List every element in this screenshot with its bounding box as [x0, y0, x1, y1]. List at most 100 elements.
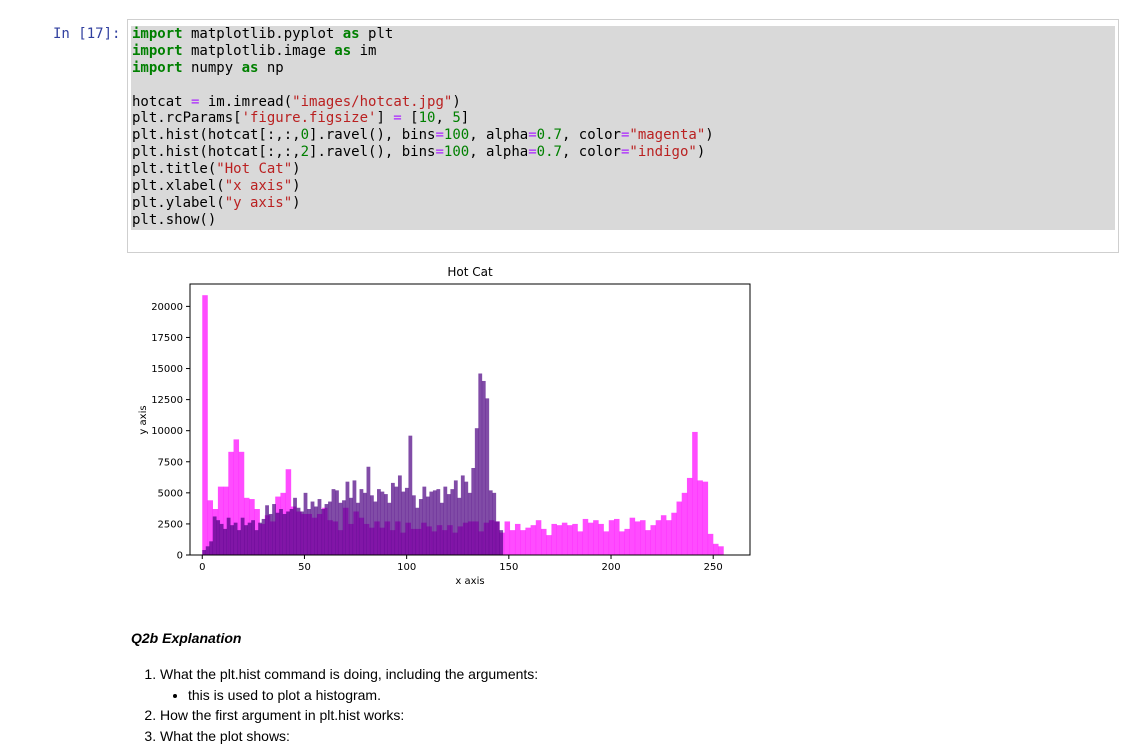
histogram-bar-indigo — [342, 500, 346, 555]
histogram-bar-magenta — [593, 520, 599, 555]
histogram-bar-indigo — [314, 506, 318, 555]
histogram-bar-indigo — [286, 511, 290, 555]
y-tick-label: 20000 — [151, 302, 183, 313]
histogram-bar-magenta — [541, 528, 547, 555]
answer-item: this is used to plot a histogram. — [188, 685, 931, 706]
histogram-bar-magenta — [561, 522, 568, 555]
histogram-bar-indigo — [230, 525, 235, 555]
y-tick-label: 0 — [177, 551, 183, 562]
histogram-bar-indigo — [464, 481, 469, 555]
histogram-bar-indigo — [324, 504, 329, 555]
histogram-bar-indigo — [265, 505, 269, 555]
code-token: = — [435, 144, 444, 161]
histogram-bar-indigo — [223, 528, 228, 555]
code-token: = — [393, 110, 402, 127]
code-token: as — [342, 26, 360, 42]
code-token: 0.7 — [536, 144, 562, 161]
histogram-bar-indigo — [377, 489, 381, 555]
histogram-bar-indigo — [436, 489, 441, 555]
y-tick-label: 12500 — [151, 395, 183, 406]
histogram-bar-indigo — [300, 511, 304, 555]
code-token: , alpha — [469, 127, 529, 144]
question-item: How the first argument in plt.hist works… — [160, 705, 931, 726]
code-token: hotcat — [132, 93, 192, 110]
code-token: 100 — [443, 127, 470, 144]
histogram-bar-indigo — [212, 516, 217, 555]
histogram-bar-indigo — [247, 522, 252, 555]
histogram-bar-indigo — [485, 398, 490, 555]
histogram-bar-indigo — [331, 489, 336, 555]
histogram-bar-indigo — [453, 480, 458, 555]
histogram-bar-indigo — [467, 492, 472, 555]
histogram-bar-indigo — [471, 467, 476, 555]
histogram-bar-indigo — [390, 482, 395, 555]
histogram-bar-indigo — [370, 495, 374, 555]
histogram-bar-indigo — [499, 530, 504, 555]
histogram-bar-indigo — [432, 490, 437, 555]
x-tick-label: 150 — [499, 562, 518, 573]
histogram-bar-indigo — [261, 518, 266, 555]
histogram-bar-indigo — [422, 486, 427, 555]
histogram-bar-indigo — [240, 517, 245, 555]
histogram-bar-indigo — [275, 512, 280, 555]
histogram-bar-indigo — [439, 502, 444, 555]
histogram-bar-indigo — [202, 550, 207, 555]
histogram-bar-indigo — [429, 491, 434, 555]
code-token: matplotlib.image — [182, 42, 335, 59]
histogram-chart: Hot Cat 0 50 100 150 200 25002500500075001000… — [138, 265, 751, 587]
code-token: ) — [452, 93, 461, 110]
histogram-bar-magenta — [514, 523, 521, 555]
histogram-bar-indigo — [216, 520, 221, 555]
x-axis-label: x axis — [455, 576, 484, 587]
code-token: "y axis" — [224, 194, 293, 211]
code-token: plt.xlabel( — [132, 178, 225, 195]
code-token: "images/hotcat.jpg" — [292, 93, 453, 110]
code-editor[interactable]: import matplotlib.pyplot as plt import ma… — [131, 26, 1115, 230]
histogram-bar-magenta — [629, 517, 636, 555]
histogram-bar-magenta — [718, 546, 724, 555]
code-line: import matplotlib.image as im — [132, 43, 1115, 60]
code-token: , alpha — [469, 144, 529, 161]
code-line: plt.show() — [132, 212, 1115, 229]
histogram-bar-indigo — [418, 499, 423, 555]
histogram-bar-indigo — [359, 489, 364, 555]
histogram-bar-magenta — [666, 520, 672, 555]
x-tick-label: 250 — [704, 562, 723, 573]
histogram-bar-indigo — [401, 491, 406, 555]
histogram-bar-indigo — [258, 522, 262, 555]
histogram-bar-indigo — [349, 497, 353, 555]
histogram-bar-indigo — [209, 541, 214, 555]
histogram-bar-magenta — [697, 480, 703, 555]
code-token: as — [241, 59, 259, 76]
code-line: plt.title("Hot Cat") — [132, 161, 1115, 178]
y-tick-label: 10000 — [151, 426, 183, 437]
histogram-bar-indigo — [356, 502, 360, 555]
histogram-bar-indigo — [366, 466, 371, 555]
code-token: 5 — [452, 110, 461, 127]
cell-output: Hot Cat 0 50 100 150 200 250 0 2500 5000 7500 1000… — [130, 262, 770, 592]
histogram-bar-indigo — [383, 494, 388, 555]
histogram-bar-indigo — [397, 475, 402, 555]
histogram-bar-indigo — [345, 481, 350, 555]
code-token: import — [132, 42, 183, 59]
histogram-bar-indigo — [321, 509, 325, 555]
histogram-bar-magenta — [634, 521, 641, 555]
code-token: 'figure.figsize' — [241, 110, 377, 127]
histogram-bar-magenta — [660, 515, 667, 555]
code-token: ) — [705, 127, 714, 144]
code-token: ) — [292, 161, 301, 178]
histogram-bar-indigo — [460, 475, 465, 555]
code-token: im.imread( — [199, 93, 293, 110]
code-token: [ — [401, 110, 419, 127]
chart-title: Hot Cat — [447, 265, 493, 279]
histogram-bar-indigo — [254, 530, 259, 555]
x-tick-label: 50 — [298, 562, 311, 573]
code-token: , color — [561, 144, 621, 161]
code-line: plt.hist(hotcat[:,:,0].ravel(), bins=100… — [132, 127, 1115, 144]
code-token: ) — [696, 144, 706, 161]
question-item: What the plot shows: — [160, 726, 931, 746]
code-token: ].ravel(), bins — [309, 127, 436, 144]
histogram-bar-magenta — [577, 531, 584, 555]
code-token: plt — [359, 26, 394, 42]
code-token: plt.ylabel( — [132, 194, 225, 211]
